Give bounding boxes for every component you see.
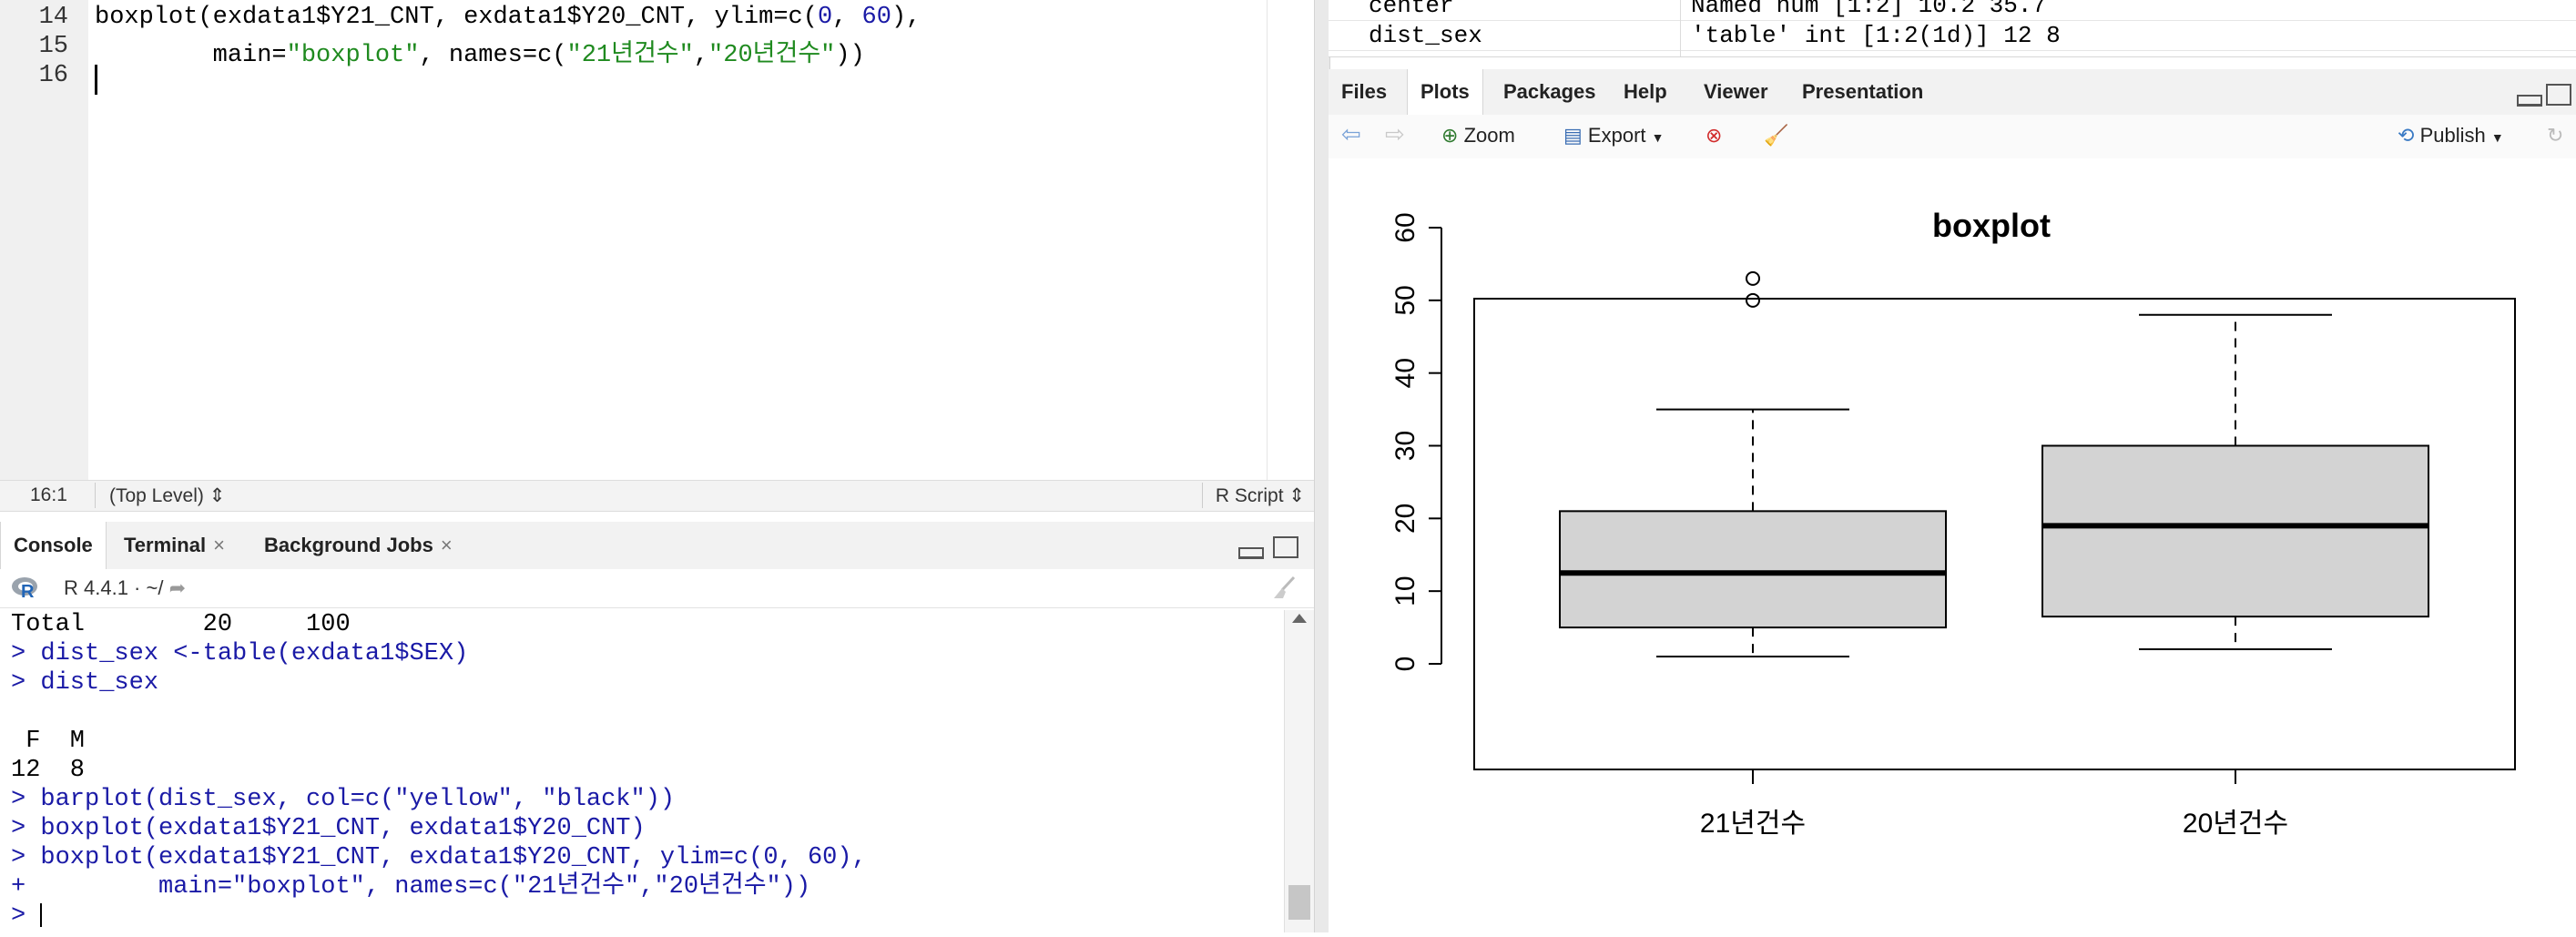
files-plots-tabs: Files Plots Packages Help Viewer Present…: [1329, 69, 2576, 116]
box-2: [2041, 313, 2429, 651]
close-icon[interactable]: ×: [441, 534, 453, 556]
updown-icon: ⇕: [1288, 485, 1305, 506]
goto-directory-icon[interactable]: ➦: [169, 576, 186, 599]
updown-icon: ⇕: [209, 485, 226, 506]
y-tick-label: 10: [1390, 575, 1420, 606]
r-version-label: R 4.4.1 · ~/ ➦: [64, 576, 187, 599]
tab-plots[interactable]: Plots: [1407, 69, 1483, 115]
y-tick-label: 20: [1390, 504, 1420, 534]
broom-icon[interactable]: [1270, 575, 1298, 602]
tab-help[interactable]: Help: [1611, 69, 1680, 115]
forward-arrow-icon[interactable]: ⇨: [1385, 120, 1405, 148]
console-header: R R 4.4.1 · ~/ ➦: [0, 569, 1314, 608]
outlier-point: [1746, 270, 1760, 286]
line-number-gutter: 14 15 16: [0, 0, 88, 480]
x-axis: 21년건수 20년건수: [1700, 769, 2288, 839]
tab-background-jobs[interactable]: Background Jobs ×: [251, 522, 465, 569]
refresh-icon[interactable]: ↻: [2547, 124, 2563, 148]
rstudio-window: 14 15 16 boxplot(exdata1$Y21_CNT, exdata…: [0, 0, 2576, 932]
source-editor[interactable]: 14 15 16 boxplot(exdata1$Y21_CNT, exdata…: [0, 0, 1315, 480]
code-line-15[interactable]: main="boxplot", names=c("21년건수","20년건수")…: [95, 33, 865, 69]
y-tick-label: 30: [1390, 431, 1420, 461]
close-icon[interactable]: ×: [213, 534, 225, 556]
y-axis: 0 10 20 30 40 50 60: [1390, 212, 1442, 672]
tab-terminal[interactable]: Terminal ×: [111, 522, 238, 569]
env-var-value: Named num [1:2] 10.2 35.7: [1691, 0, 2047, 19]
box-group: [1559, 270, 2429, 658]
tab-viewer[interactable]: Viewer: [1691, 69, 1781, 115]
line-number: 16: [38, 62, 68, 89]
y-tick-label: 50: [1390, 285, 1420, 315]
export-button[interactable]: ▤ Export ▼: [1563, 124, 1665, 148]
y-tick-label: 40: [1390, 358, 1420, 388]
box-iqr: [1559, 510, 1947, 629]
console-tabs: Console Terminal × Background Jobs ×: [0, 522, 1314, 570]
dropdown-arrow-icon: ▼: [2490, 130, 2504, 145]
plots-pane: Files Plots Packages Help Viewer Present…: [1329, 69, 2576, 932]
minimize-pane-icon[interactable]: [1238, 547, 1264, 559]
maximize-pane-icon[interactable]: [2546, 84, 2571, 106]
tab-console[interactable]: Console: [0, 522, 107, 569]
magnifier-icon: ⊕: [1441, 124, 1459, 147]
console-scrollbar[interactable]: [1284, 610, 1315, 932]
plot-viewer: boxplot 0 10 20 30 40 50 60 21년건수 20년건수: [1329, 158, 2576, 932]
publish-icon: ⟲: [2398, 124, 2415, 147]
plots-toolbar: ⇦ ⇨ ⊕ Zoom ▤ Export ▼ ⊗ 🧹 ⟲ Publish ▼ ↻: [1329, 115, 2576, 159]
publish-button[interactable]: ⟲ Publish ▼: [2398, 124, 2504, 148]
column-divider: [1680, 0, 1681, 56]
environment-table: center Named num [1:2] 10.2 35.7 dist_se…: [1329, 0, 2576, 57]
file-type-selector[interactable]: R Script ⇕: [1216, 484, 1305, 507]
scope-selector[interactable]: (Top Level) ⇕: [109, 484, 225, 507]
code-line-14[interactable]: boxplot(exdata1$Y21_CNT, exdata1$Y20_CNT…: [95, 4, 921, 31]
tab-packages[interactable]: Packages: [1491, 69, 1609, 115]
env-row[interactable]: dist_sex 'table' int [1:2(1d)] 12 8: [1329, 22, 2576, 51]
env-var-name: dist_sex: [1369, 22, 1482, 49]
status-divider: [95, 483, 96, 508]
chart-title: boxplot: [1932, 207, 2051, 244]
boxplot-chart: boxplot 0 10 20 30 40 50 60 21년건수 20년건수: [1390, 207, 2516, 839]
env-var-value: 'table' int [1:2(1d)] 12 8: [1691, 22, 2061, 49]
maximize-pane-icon[interactable]: [1273, 536, 1298, 558]
scroll-up-icon[interactable]: [1292, 614, 1307, 623]
box-iqr: [2041, 444, 2429, 618]
editor-margin: [1267, 0, 1315, 480]
env-row[interactable]: center Named num [1:2] 10.2 35.7: [1329, 0, 2576, 21]
cursor-position: 16:1: [30, 484, 67, 505]
x-tick-label: 21년건수: [1700, 809, 1806, 839]
scrollbar-thumb[interactable]: [1288, 885, 1310, 920]
console-pane: Console Terminal × Background Jobs × R R 4…: [0, 522, 1315, 932]
env-var-name: center: [1369, 0, 1454, 19]
line-number: 15: [38, 33, 68, 60]
tab-files[interactable]: Files: [1329, 69, 1400, 115]
r-logo-icon: R: [12, 577, 37, 600]
box-1: [1559, 270, 1947, 658]
clear-all-plots-icon[interactable]: 🧹: [1764, 124, 1788, 148]
zoom-button[interactable]: ⊕ Zoom: [1441, 124, 1515, 148]
code-area[interactable]: boxplot(exdata1$Y21_CNT, exdata1$Y20_CNT…: [95, 0, 1267, 480]
editor-status-bar: 16:1 (Top Level) ⇕ R Script ⇕: [0, 480, 1314, 512]
status-divider: [1202, 483, 1203, 508]
tab-presentation[interactable]: Presentation: [1789, 69, 1936, 115]
export-icon: ▤: [1563, 124, 1583, 147]
y-tick-label: 0: [1390, 657, 1420, 672]
outlier-point: [1746, 292, 1760, 308]
svg-text:R: R: [21, 582, 35, 600]
console-output[interactable]: Total 20 100 > dist_sex <-table(exdata1$…: [11, 610, 867, 931]
back-arrow-icon[interactable]: ⇦: [1341, 120, 1361, 148]
y-tick-label: 60: [1390, 212, 1420, 242]
line-number: 14: [38, 4, 68, 31]
text-cursor: [95, 65, 97, 95]
remove-plot-icon[interactable]: ⊗: [1705, 124, 1722, 148]
minimize-pane-icon[interactable]: [2517, 95, 2542, 107]
dropdown-arrow-icon: ▼: [1651, 130, 1665, 145]
x-tick-label: 20년건수: [2183, 809, 2288, 839]
